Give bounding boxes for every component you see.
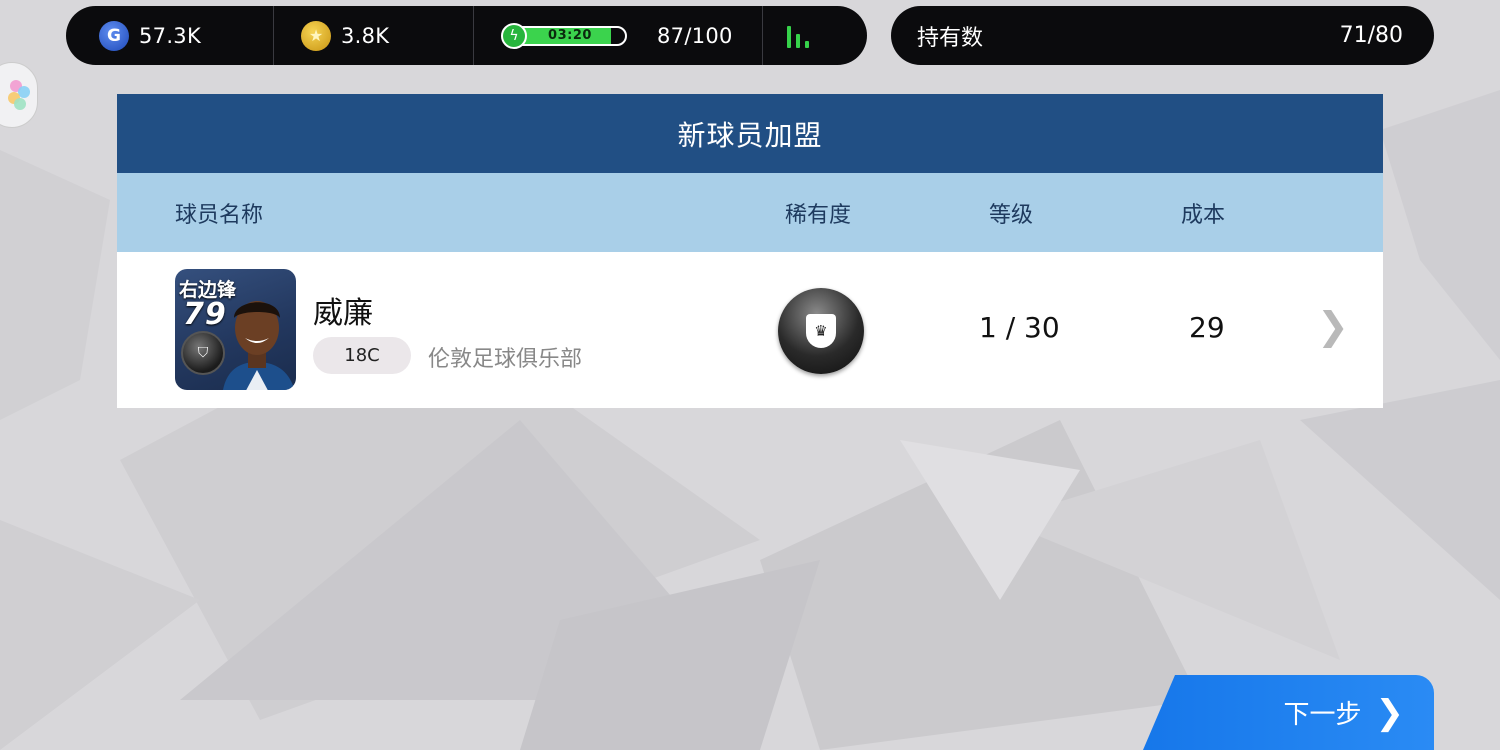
floating-assist-button[interactable] <box>0 62 38 128</box>
next-step-label: 下一步 <box>1283 700 1362 730</box>
new-player-panel: 新球员加盟 球员名称 稀有度 等级 成本 右边锋 79 ⛉ 威廉 18C 伦敦足… <box>117 94 1383 408</box>
owned-count-bar: 持有数 71/80 <box>891 6 1434 65</box>
lightning-icon: ϟ <box>501 22 527 49</box>
player-age-chip: 18C <box>313 337 411 374</box>
gp-coin-icon: G <box>99 20 129 51</box>
header-level: 等级 <box>989 203 1034 228</box>
player-cost: 29 <box>1189 311 1225 344</box>
energy-gauge: 03:20 ϟ <box>501 22 627 49</box>
player-name: 威廉 <box>313 296 373 331</box>
player-level: 1 / 30 <box>979 311 1060 344</box>
header-cost: 成本 <box>1181 203 1226 228</box>
gp-counter[interactable]: G 57.3K <box>66 6 273 65</box>
header-player-name: 球员名称 <box>175 203 264 228</box>
signal-indicator[interactable] <box>762 6 867 65</box>
energy-value: 87/100 <box>657 23 733 48</box>
player-rating: 79 <box>183 297 227 332</box>
owned-label: 持有数 <box>917 25 984 51</box>
energy-counter[interactable]: 03:20 ϟ 87/100 <box>473 6 762 65</box>
coin-value: 3.8K <box>341 23 390 48</box>
table-header: 球员名称 稀有度 等级 成本 <box>117 173 1383 252</box>
rarity-ball-icon: ⛉ <box>181 331 225 375</box>
rarity-ball: ♛ <box>778 288 864 374</box>
flower-icon <box>8 80 32 110</box>
player-card[interactable]: 右边锋 79 ⛉ <box>175 269 296 390</box>
player-club: 伦敦足球俱乐部 <box>428 347 583 372</box>
owned-value: 71/80 <box>1339 23 1403 48</box>
panel-title: 新球员加盟 <box>117 94 1383 173</box>
energy-timer: 03:20 <box>548 28 592 43</box>
next-step-button[interactable]: 下一步 ❯ <box>1143 675 1434 750</box>
gp-value: 57.3K <box>139 23 202 48</box>
crest-icon: ♛ <box>806 314 836 348</box>
resource-bar: G 57.3K ★ 3.8K 03:20 ϟ 87/100 <box>66 6 867 65</box>
chevron-right-icon[interactable]: ❯ <box>1317 304 1349 348</box>
star-coin-icon: ★ <box>301 20 331 51</box>
chevron-right-icon: ❯ <box>1375 692 1405 733</box>
player-row[interactable]: 右边锋 79 ⛉ 威廉 18C 伦敦足球俱乐部 1 / 30 29 ❯ <box>117 252 1383 408</box>
signal-bars-icon <box>787 24 809 48</box>
header-rarity: 稀有度 <box>785 203 852 228</box>
coin-counter[interactable]: ★ 3.8K <box>273 6 473 65</box>
